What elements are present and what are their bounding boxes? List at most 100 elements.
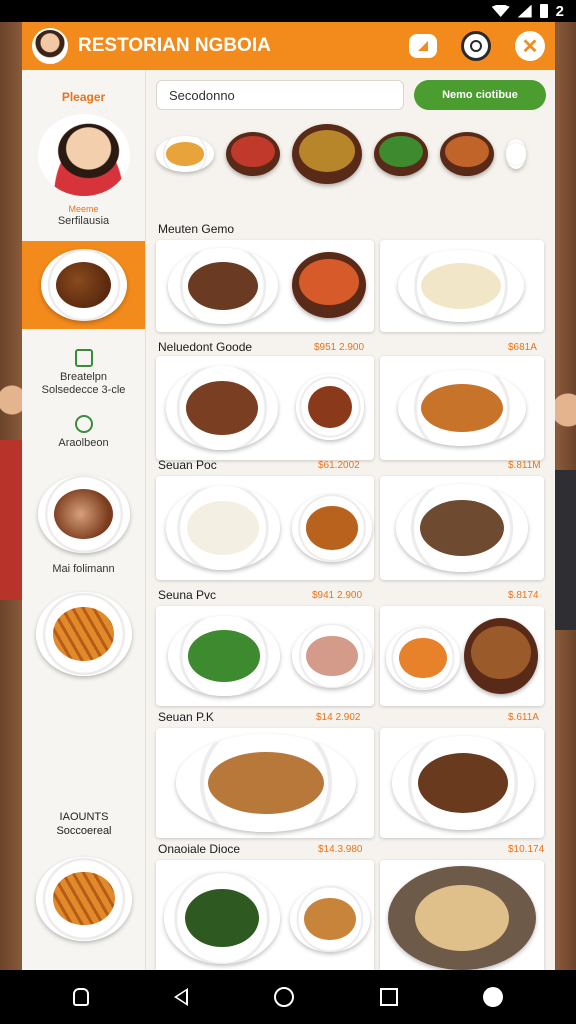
section-title: Meuten Gemo: [158, 222, 235, 236]
food-plate: [398, 250, 524, 322]
sidebar: Pleager Meeme Serfilausia Breatelpn Sols…: [22, 70, 146, 970]
menu-button[interactable]: Nemo ciotibue: [414, 80, 546, 110]
food-plate: [290, 886, 370, 952]
sidebar-item-label: Araolbeon: [58, 437, 109, 450]
leaf-icon: [74, 415, 93, 434]
home-icon[interactable]: [273, 987, 294, 1007]
timer-button[interactable]: [461, 31, 491, 61]
background-person-right: [554, 370, 576, 630]
food-plate: [396, 484, 528, 572]
section-title: Onaoiale Dioce: [158, 842, 241, 856]
food-plate[interactable]: [37, 474, 130, 553]
food-bowl: [464, 618, 538, 694]
price: $10.174: [508, 844, 545, 855]
food-plate: [40, 249, 127, 321]
category-curry[interactable]: [292, 124, 362, 184]
footer-line-1: IAOUNTS: [59, 811, 109, 823]
price: $14.3.980: [318, 844, 363, 855]
dish-card[interactable]: [156, 476, 374, 580]
price: $941 2.900: [312, 590, 363, 601]
price: $.8174: [508, 590, 539, 601]
dish-card[interactable]: [156, 728, 374, 838]
price: $.811M: [508, 460, 541, 471]
sidebar-item-sublabel: Solsedecce 3-cle: [41, 384, 126, 397]
dish-card[interactable]: [380, 240, 544, 332]
section-title: Seuan P.K: [158, 710, 214, 724]
close-button[interactable]: ✕: [515, 31, 545, 61]
footer-line-2: Soccoereal: [56, 825, 112, 838]
category-greens[interactable]: [374, 132, 428, 176]
food-plate: [388, 866, 536, 970]
dish-card[interactable]: [156, 356, 374, 460]
profile-name: Serfilausia: [57, 215, 110, 227]
app-header: RESTORIAN NGBOIA ✕: [22, 22, 555, 70]
category-stew[interactable]: [440, 132, 494, 176]
food-plate[interactable]: [36, 856, 132, 941]
food-plate: [168, 248, 278, 324]
dish-card[interactable]: [156, 860, 374, 970]
back-icon[interactable]: [174, 988, 189, 1006]
dish-card[interactable]: [380, 860, 544, 970]
status-bar: 2: [0, 0, 576, 22]
food-plate: [398, 370, 526, 446]
app-title: RESTORIAN NGBOIA: [78, 35, 271, 56]
food-plate[interactable]: [35, 591, 132, 676]
plate-caption: Mai folimann: [52, 562, 115, 575]
timer-icon: [470, 40, 482, 52]
sidebar-item-label: Breatelpn: [59, 371, 108, 383]
assistant-icon[interactable]: [483, 987, 504, 1007]
food-plate: [164, 872, 280, 964]
food-plate: [292, 494, 372, 562]
sidebar-item-breakfast[interactable]: Breatelpn Solsedecce 3-cle: [22, 349, 145, 397]
sidebar-item-active[interactable]: [22, 241, 145, 329]
sidebar-item-location[interactable]: Araolbeon: [22, 415, 145, 450]
dish-card[interactable]: [380, 728, 544, 838]
dish-card[interactable]: [380, 606, 544, 706]
category-salad[interactable]: [226, 132, 280, 176]
section-title: Seuna Pvc: [158, 588, 217, 602]
dish-card[interactable]: [156, 240, 374, 332]
category-strip: [146, 110, 555, 184]
category-fries[interactable]: [156, 136, 214, 172]
price: $681A: [508, 342, 537, 353]
price: $61.2002: [318, 460, 360, 471]
close-icon: ✕: [521, 35, 539, 58]
category-more[interactable]: [506, 139, 526, 169]
food-plate: [392, 736, 534, 830]
section-title: Seuan Poc: [158, 458, 217, 472]
sidebar-heading: Pleager: [61, 90, 106, 104]
app-window: RESTORIAN NGBOIA ✕ Pleager Meeme Serfila…: [22, 22, 555, 970]
recent-apps-icon[interactable]: [379, 988, 398, 1006]
profile-picture[interactable]: [37, 114, 130, 196]
chat-icon: [418, 41, 428, 51]
price: $14 2.902: [316, 712, 361, 723]
section-title: Neluedont Goode: [158, 340, 253, 354]
food-plate: [166, 366, 278, 450]
wifi-icon: [491, 5, 510, 17]
food-plate: [292, 624, 372, 688]
food-plate: [386, 626, 460, 690]
food-plate: [176, 734, 356, 832]
navigation-bar: [0, 970, 576, 1024]
profile-tag: Meeme: [68, 204, 99, 214]
status-count: 2: [555, 2, 564, 20]
background-person-left: [0, 370, 24, 600]
avatar[interactable]: [32, 28, 68, 64]
menu-icon: [74, 349, 93, 367]
main-content: Secodonno Nemo ciotibue Meuten Gemo Nelu…: [146, 70, 555, 970]
dish-card[interactable]: [156, 606, 374, 706]
search-row: Secodonno Nemo ciotibue: [146, 70, 555, 110]
signal-icon: [517, 4, 532, 18]
soup-bowl: [292, 252, 366, 318]
food-plate: [296, 374, 364, 440]
food-plate: [166, 486, 280, 570]
bag-icon[interactable]: [72, 988, 89, 1006]
price: $951 2.900: [314, 342, 365, 353]
search-input[interactable]: Secodonno: [156, 80, 404, 110]
chat-button[interactable]: [409, 34, 437, 58]
dish-card[interactable]: [380, 356, 544, 460]
dish-card[interactable]: [380, 476, 544, 580]
food-plate: [168, 616, 280, 696]
price: $.611A: [508, 712, 539, 723]
battery-icon: [539, 4, 548, 18]
